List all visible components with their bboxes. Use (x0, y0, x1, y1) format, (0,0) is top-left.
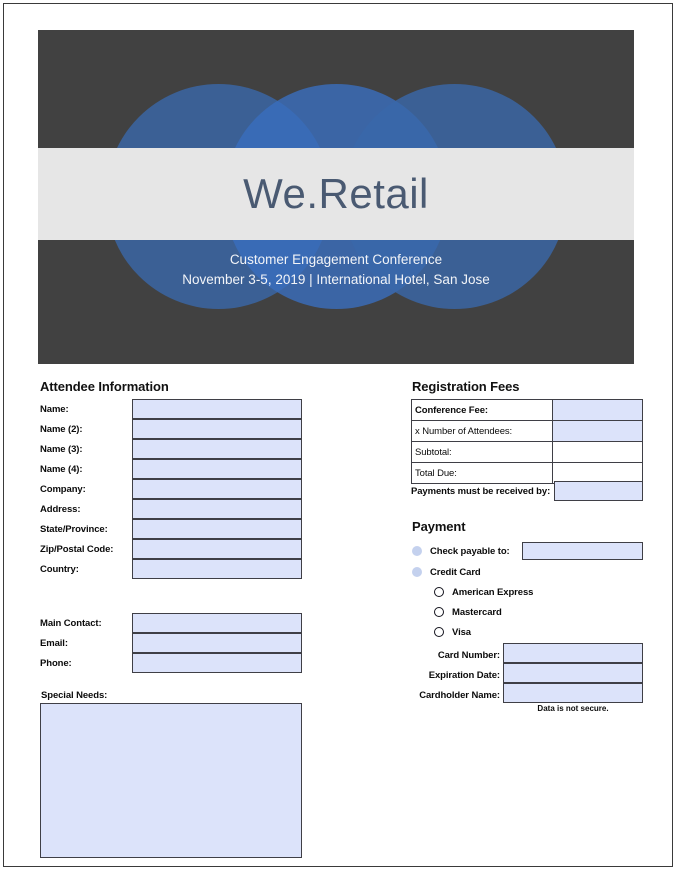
cell-conference-fee-label: Conference Fee: (411, 399, 553, 421)
label-country: Country: (40, 563, 79, 575)
label-phone: Phone: (40, 657, 72, 669)
cell-number-of-attendees-label: x Number of Attendees: (411, 420, 553, 442)
table-row: Conference Fee: (411, 399, 643, 421)
brand-title: We.Retail (243, 170, 429, 217)
radio-visa[interactable]: Visa (434, 623, 471, 641)
input-card-number[interactable] (503, 643, 643, 663)
radio-mastercard[interactable]: Mastercard (434, 603, 502, 621)
input-main-contact[interactable] (132, 613, 302, 633)
radio-icon (434, 627, 444, 637)
label-address: Address: (40, 503, 81, 515)
option-check-payable[interactable]: Check payable to: (412, 542, 510, 560)
label-special-needs: Special Needs: (41, 690, 108, 701)
payment-heading: Payment (412, 519, 466, 534)
label-main-contact: Main Contact: (40, 617, 102, 629)
input-cardholder-name[interactable] (503, 683, 643, 703)
label-mastercard: Mastercard (452, 606, 502, 618)
cell-number-of-attendees-value[interactable] (552, 420, 643, 442)
input-check-payable-to[interactable] (522, 542, 643, 560)
label-card-number: Card Number: (437, 649, 500, 661)
input-name-4[interactable] (132, 459, 302, 479)
input-name[interactable] (132, 399, 302, 419)
cell-conference-fee-value[interactable] (552, 399, 643, 421)
bullet-icon (412, 546, 422, 556)
attendee-information-heading: Attendee Information (40, 379, 169, 394)
label-credit-card: Credit Card (430, 566, 481, 578)
label-name-4: Name (4): (40, 463, 83, 475)
input-name-3[interactable] (132, 439, 302, 459)
registration-fees-table: Conference Fee: x Number of Attendees: S… (411, 399, 643, 484)
conference-name: Customer Engagement Conference (229, 252, 443, 267)
registration-fees-heading: Registration Fees (412, 379, 520, 394)
input-name-2[interactable] (132, 419, 302, 439)
payments-due-row: Payments must be received by: (411, 481, 643, 501)
input-expiration-date[interactable] (503, 663, 643, 683)
label-name-2: Name (2): (40, 423, 83, 435)
cell-subtotal-value[interactable] (552, 441, 643, 463)
security-note: Data is not secure. (537, 704, 609, 713)
label-american-express: American Express (452, 586, 534, 598)
table-row: Subtotal: (411, 441, 643, 463)
bullet-icon (412, 567, 422, 577)
label-check-payable: Check payable to: (430, 545, 510, 557)
banner-title-band: We.Retail (38, 148, 634, 240)
input-zip-postal-code[interactable] (132, 539, 302, 559)
input-country[interactable] (132, 559, 302, 579)
label-zip-postal-code: Zip/Postal Code: (40, 543, 114, 555)
label-name-3: Name (3): (40, 443, 83, 455)
banner-subtitle: Customer Engagement Conference November … (38, 250, 634, 290)
label-state-province: State/Province: (40, 523, 108, 535)
registration-form-page: We.Retail Customer Engagement Conference… (0, 0, 677, 872)
label-company: Company: (40, 483, 86, 495)
event-banner: We.Retail Customer Engagement Conference… (38, 30, 634, 364)
input-phone[interactable] (132, 653, 302, 673)
label-name: Name: (40, 403, 69, 415)
input-special-needs[interactable] (40, 703, 302, 858)
input-state-province[interactable] (132, 519, 302, 539)
label-email: Email: (40, 637, 68, 649)
radio-icon (434, 607, 444, 617)
input-payments-due-date[interactable] (554, 481, 643, 501)
label-cardholder-name: Cardholder Name: (419, 689, 500, 701)
input-address[interactable] (132, 499, 302, 519)
input-email[interactable] (132, 633, 302, 653)
input-company[interactable] (132, 479, 302, 499)
cell-subtotal-label: Subtotal: (411, 441, 553, 463)
table-row: x Number of Attendees: (411, 420, 643, 442)
radio-icon (434, 587, 444, 597)
radio-american-express[interactable]: American Express (434, 583, 533, 601)
option-credit-card[interactable]: Credit Card (412, 563, 481, 581)
label-payments-must-be-received-by: Payments must be received by: (411, 485, 551, 497)
conference-dates-venue: November 3-5, 2019 | International Hotel… (182, 272, 490, 287)
label-visa: Visa (452, 626, 471, 638)
label-expiration-date: Expiration Date: (428, 669, 500, 681)
